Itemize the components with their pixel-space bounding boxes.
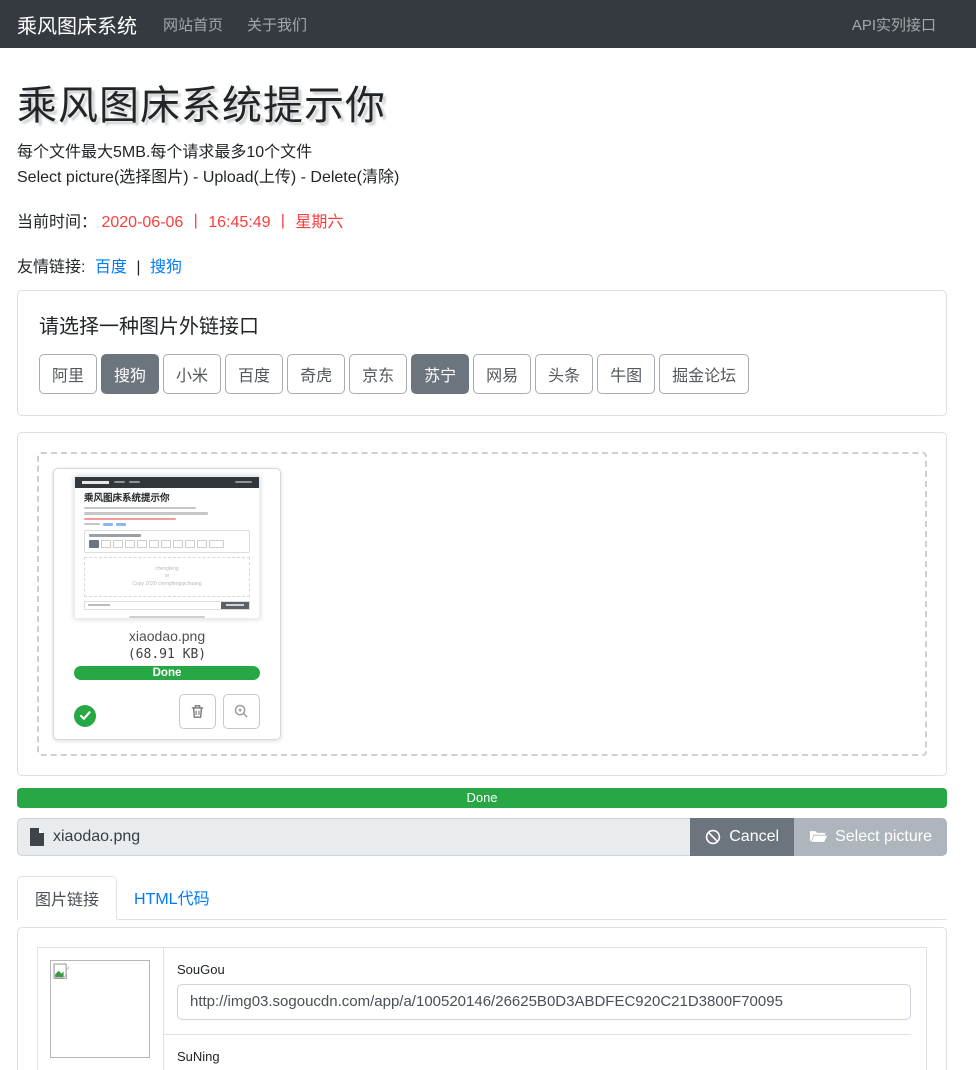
result-thumb-cell (38, 948, 163, 1070)
friend-link-sougou[interactable]: 搜狗 (150, 259, 182, 276)
dropzone[interactable]: 乘风图床系统提示你 (37, 452, 927, 756)
current-time-value: 2020-06-06 丨 16:45:49 丨 星期六 (101, 214, 343, 231)
api-button-wangyi[interactable]: 网易 (473, 354, 531, 394)
thumb-body: 乘风图床系统提示你 (75, 488, 259, 619)
broken-image-icon (53, 963, 147, 980)
result-card: SouGou SuNing (17, 927, 947, 1070)
api-button-ali[interactable]: 阿里 (39, 354, 97, 394)
nav-api-link[interactable]: API实列接口 (852, 14, 936, 35)
friend-links-row: 友情链接: 百度 | 搜狗 (17, 253, 947, 277)
api-button-baidu[interactable]: 百度 (225, 354, 283, 394)
cancel-button[interactable]: Cancel (690, 818, 794, 856)
check-circle-icon (74, 705, 96, 727)
brand-link[interactable]: 乘风图床系统 (17, 10, 137, 39)
result-field-sougou-label: SouGou (177, 962, 911, 977)
howto-text: Select picture(选择图片) - Upload(上传) - Dele… (17, 166, 947, 191)
file-input-value: xiaodao.png (53, 828, 140, 846)
tab-html-code[interactable]: HTML代码 (117, 876, 227, 919)
thumb-navbar (75, 477, 259, 488)
api-button-suning[interactable]: 苏宁 (411, 354, 469, 394)
nav-home-link[interactable]: 网站首页 (163, 14, 223, 35)
zoom-in-icon (233, 703, 250, 720)
preview-filesize: (68.91 KB) (74, 647, 260, 662)
select-picture-button[interactable]: Select picture (794, 818, 947, 856)
result-image-placeholder (50, 960, 150, 1058)
file-input[interactable]: xiaodao.png (17, 818, 690, 856)
api-select-card: 请选择一种图片外链接口 阿里 搜狗 小米 百度 奇虎 京东 苏宁 网易 头条 牛… (17, 290, 947, 416)
api-button-qihu[interactable]: 奇虎 (287, 354, 345, 394)
thumb-dropzone: chengfeng or Copy 2020 chengfengqichuang (84, 557, 250, 597)
page-title: 乘风图床系统提示你 (17, 73, 947, 131)
ban-icon (705, 829, 721, 845)
file-icon (30, 828, 44, 846)
file-input-group: xiaodao.png Cancel Select picture (17, 818, 947, 856)
current-time-row: 当前时间： 2020-06-06 丨 16:45:49 丨 星期六 (17, 208, 947, 232)
result-media-row: SouGou SuNing (37, 947, 927, 1070)
limit-text: 每个文件最大5MB.每个请求最多10个文件 (17, 141, 947, 166)
friend-links-label: 友情链接: (17, 259, 85, 276)
preview-actions (74, 693, 260, 729)
upload-progress-bar: Done (17, 788, 947, 808)
api-button-xiaomi[interactable]: 小米 (163, 354, 221, 394)
api-button-toutiao[interactable]: 头条 (535, 354, 593, 394)
preview-filename: xiaodao.png (74, 628, 260, 644)
api-button-row: 阿里 搜狗 小米 百度 奇虎 京东 苏宁 网易 头条 牛图 掘金论坛 (39, 354, 925, 394)
trash-icon (189, 703, 206, 720)
tab-image-links[interactable]: 图片链接 (17, 876, 117, 920)
thumb-title: 乘风图床系统提示你 (84, 493, 250, 504)
result-field-suning: SuNing (164, 1034, 911, 1070)
page-container: 乘风图床系统提示你 每个文件最大5MB.每个请求最多10个文件 Select p… (17, 73, 947, 1070)
api-button-jingdong[interactable]: 京东 (349, 354, 407, 394)
friend-link-baidu[interactable]: 百度 (95, 259, 127, 276)
nav-about-link[interactable]: 关于我们 (247, 14, 307, 35)
folder-open-icon (809, 829, 827, 844)
thumb-api-card (84, 530, 250, 553)
current-time-label: 当前时间： (17, 214, 97, 231)
delete-preview-button[interactable] (179, 694, 216, 729)
thumb-file-input (84, 601, 250, 610)
result-field-suning-label: SuNing (177, 1049, 911, 1064)
preview-thumbnail: 乘风图床系统提示你 (74, 476, 260, 619)
zoom-preview-button[interactable] (223, 694, 260, 729)
friend-links-separator: | (136, 259, 140, 276)
api-select-heading: 请选择一种图片外链接口 (39, 310, 925, 339)
api-button-juejin[interactable]: 掘金论坛 (659, 354, 749, 394)
upload-card: 乘风图床系统提示你 (17, 432, 947, 776)
preview-progress-bar: Done (74, 666, 260, 680)
api-button-niutu[interactable]: 牛图 (597, 354, 655, 394)
thumb-footer (84, 616, 250, 619)
result-url-sougou-input[interactable] (177, 984, 911, 1020)
result-fields: SouGou SuNing (163, 948, 926, 1070)
navbar: 乘风图床系统 网站首页 关于我们 API实列接口 (0, 0, 976, 48)
upload-preview-card: 乘风图床系统提示你 (53, 468, 281, 740)
result-tabs: 图片链接 HTML代码 (17, 876, 947, 920)
api-button-sougou[interactable]: 搜狗 (101, 354, 159, 394)
result-field-sougou: SouGou (164, 948, 911, 1034)
